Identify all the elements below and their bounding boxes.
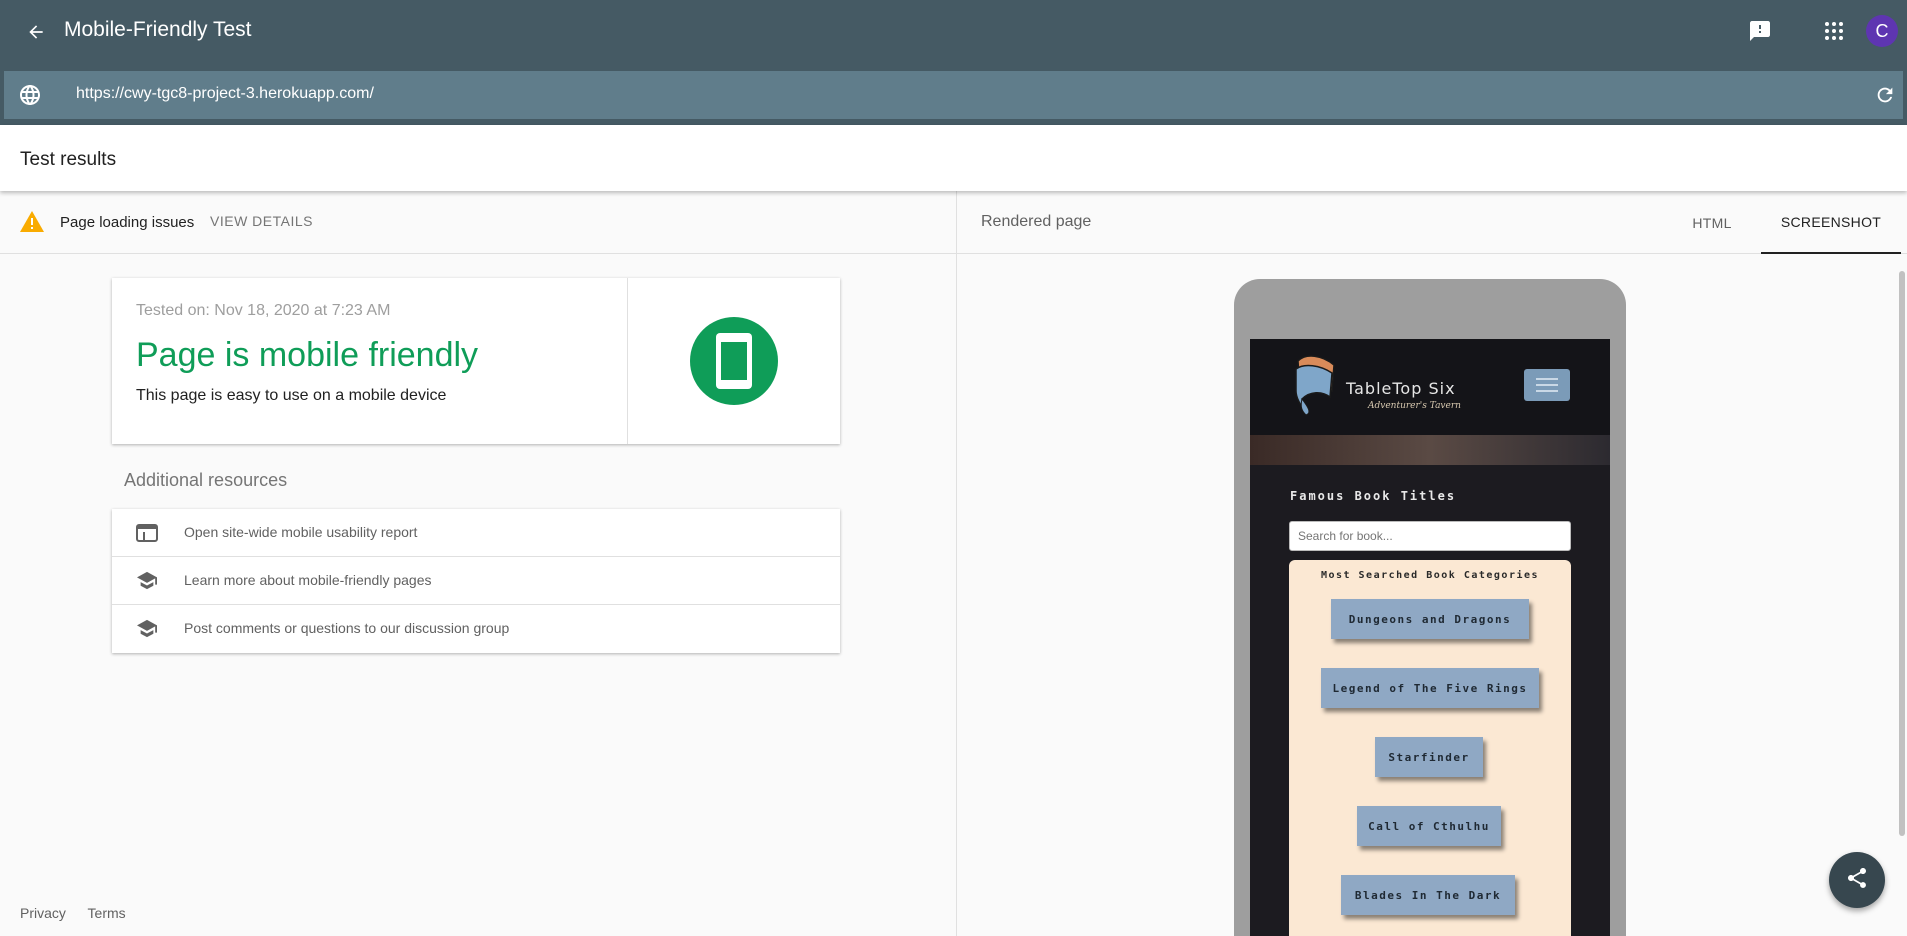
avatar[interactable]: C xyxy=(1866,15,1898,47)
tested-on-text: Tested on: Nov 18, 2020 at 7:23 AM xyxy=(136,302,391,319)
tab-screenshot[interactable]: SCREENSHOT xyxy=(1761,191,1901,254)
categories-title: Most Searched Book Categories xyxy=(1320,570,1540,581)
category-button-bitd[interactable]: Blades In The Dark xyxy=(1341,875,1515,915)
category-button-starfinder[interactable]: Starfinder xyxy=(1375,737,1483,777)
url-bar: https://cwy-tgc8-project-3.herokuapp.com… xyxy=(4,71,1903,119)
site-header: TableTop Six Adventurer's Tavern xyxy=(1250,339,1610,435)
app-bar: Mobile-Friendly Test C https://cwy-tgc8-… xyxy=(0,0,1907,125)
category-button-l5r[interactable]: Legend of The Five Rings xyxy=(1321,668,1539,708)
page-loading-issues-text: Page loading issues xyxy=(60,214,195,231)
resource-item-usability-report[interactable]: Open site-wide mobile usability report xyxy=(112,509,840,557)
card-divider xyxy=(627,278,628,444)
resource-item-learn-more[interactable]: Learn more about mobile-friendly pages xyxy=(112,557,840,605)
site-brand: TableTop Six xyxy=(1346,379,1456,398)
site-body: Famous Book Titles Most Searched Book Ca… xyxy=(1250,465,1610,936)
back-arrow-icon[interactable] xyxy=(18,14,54,50)
hero-image-strip xyxy=(1250,435,1610,465)
hamburger-menu-icon[interactable] xyxy=(1524,369,1570,401)
refresh-icon[interactable] xyxy=(1872,82,1898,108)
resource-item-discussion-group[interactable]: Post comments or questions to our discus… xyxy=(112,605,840,653)
site-screenshot: TableTop Six Adventurer's Tavern Famous … xyxy=(1250,339,1610,936)
rendered-page-pane: Rendered page HTML SCREENSHOT TableTop S… xyxy=(957,191,1907,936)
apps-grid-icon[interactable] xyxy=(1816,13,1852,49)
url-input[interactable]: https://cwy-tgc8-project-3.herokuapp.com… xyxy=(76,85,374,103)
feedback-icon[interactable] xyxy=(1742,13,1778,49)
rendered-page-label: Rendered page xyxy=(981,213,1092,230)
warning-icon xyxy=(20,211,44,233)
additional-resources-title: Additional resources xyxy=(124,470,288,490)
share-icon xyxy=(1845,866,1869,895)
share-button[interactable] xyxy=(1829,852,1885,908)
mobile-friendly-phone-icon xyxy=(690,317,778,405)
scrollbar[interactable] xyxy=(1899,271,1905,836)
resources-list: Open site-wide mobile usability report L… xyxy=(112,509,840,653)
result-subtext: This page is easy to use on a mobile dev… xyxy=(136,387,447,404)
test-results-header: Test results xyxy=(0,125,1907,191)
tab-html[interactable]: HTML xyxy=(1652,191,1772,254)
site-tagline: Adventurer's Tavern xyxy=(1368,401,1461,411)
result-card: Tested on: Nov 18, 2020 at 7:23 AM Page … xyxy=(112,278,840,444)
privacy-link[interactable]: Privacy xyxy=(20,905,66,921)
school-icon xyxy=(136,571,158,591)
resource-item-label: Open site-wide mobile usability report xyxy=(184,524,418,540)
category-button-coc[interactable]: Call of Cthulhu xyxy=(1357,806,1501,846)
page-loading-issues-bar: Page loading issues VIEW DETAILS xyxy=(0,191,956,254)
footer-links: Privacy Terms xyxy=(20,905,144,921)
view-details-button[interactable]: VIEW DETAILS xyxy=(210,213,313,229)
terms-link[interactable]: Terms xyxy=(88,905,126,921)
rendered-tabs-bar: Rendered page HTML SCREENSHOT xyxy=(957,191,1907,254)
famous-book-titles-heading: Famous Book Titles xyxy=(1290,489,1457,503)
book-search-input[interactable] xyxy=(1289,521,1571,551)
categories-panel: Most Searched Book Categories Dungeons a… xyxy=(1289,560,1571,936)
book-logo-icon xyxy=(1292,351,1344,417)
result-headline: Page is mobile friendly xyxy=(136,336,479,374)
resource-item-label: Learn more about mobile-friendly pages xyxy=(184,572,432,588)
app-title: Mobile-Friendly Test xyxy=(64,18,252,41)
web-icon xyxy=(136,523,158,543)
phone-screenshot-frame: TableTop Six Adventurer's Tavern Famous … xyxy=(1234,279,1626,936)
school-icon xyxy=(136,619,158,639)
category-button-dnd[interactable]: Dungeons and Dragons xyxy=(1331,599,1529,639)
test-results-title: Test results xyxy=(20,149,117,170)
globe-icon xyxy=(18,83,42,107)
results-pane: Page loading issues VIEW DETAILS Tested … xyxy=(0,191,957,936)
resource-item-label: Post comments or questions to our discus… xyxy=(184,620,510,636)
